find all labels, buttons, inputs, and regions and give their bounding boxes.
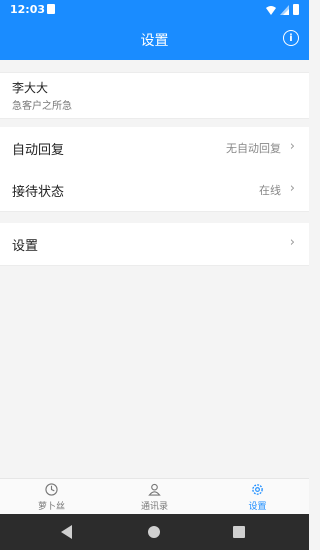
info-icon[interactable]: i <box>283 30 299 46</box>
auto-reply-row[interactable]: 自动回复 无自动回复 › <box>0 127 309 170</box>
profile-name: 李大大 <box>12 81 49 95</box>
home-icon[interactable] <box>148 526 160 538</box>
reception-status-row[interactable]: 接待状态 在线 › <box>0 169 309 212</box>
recent-apps-icon[interactable] <box>233 526 245 538</box>
chevron-right-icon: › <box>289 139 295 154</box>
profile-card[interactable]: 李大大 急客户之所急 <box>0 72 309 119</box>
page-title: 设置 <box>140 33 169 49</box>
contacts-icon <box>148 483 161 496</box>
settings-content: 李大大 急客户之所急 自动回复 无自动回复 › 接待状态 在线 › 设置 › <box>0 60 309 478</box>
tab-settings[interactable]: 设置 <box>206 479 309 515</box>
tab-luobosi[interactable]: 萝卜丝 <box>0 479 103 515</box>
status-time: 12:03 <box>10 3 46 16</box>
reception-status-label: 接待状态 <box>12 185 65 200</box>
tab-label: 萝卜丝 <box>37 502 65 512</box>
wifi-icon <box>266 5 276 15</box>
settings-row[interactable]: 设置 › <box>0 223 309 266</box>
clock-icon <box>45 483 58 496</box>
auto-reply-value: 无自动回复 <box>226 142 281 155</box>
chevron-right-icon: › <box>289 235 295 250</box>
gear-icon <box>252 484 263 495</box>
status-bar: 12:03 <box>0 0 309 20</box>
bottom-nav: 萝卜丝 通讯录 设置 <box>0 478 309 515</box>
tab-label: 通讯录 <box>140 502 168 512</box>
tab-contacts[interactable]: 通讯录 <box>103 479 206 515</box>
back-icon[interactable] <box>61 525 72 539</box>
settings-label: 设置 <box>12 239 39 254</box>
battery-icon <box>293 4 299 15</box>
sd-card-icon <box>47 4 55 14</box>
system-nav-bar <box>0 514 309 550</box>
profile-signature: 急客户之所急 <box>12 101 72 112</box>
app-bar: 设置 i <box>0 20 309 60</box>
status-icons <box>266 4 299 15</box>
auto-reply-label: 自动回复 <box>12 143 65 158</box>
tab-label: 设置 <box>248 502 267 512</box>
signal-icon <box>280 4 289 15</box>
reception-status-value: 在线 <box>259 184 281 197</box>
chevron-right-icon: › <box>289 181 295 196</box>
